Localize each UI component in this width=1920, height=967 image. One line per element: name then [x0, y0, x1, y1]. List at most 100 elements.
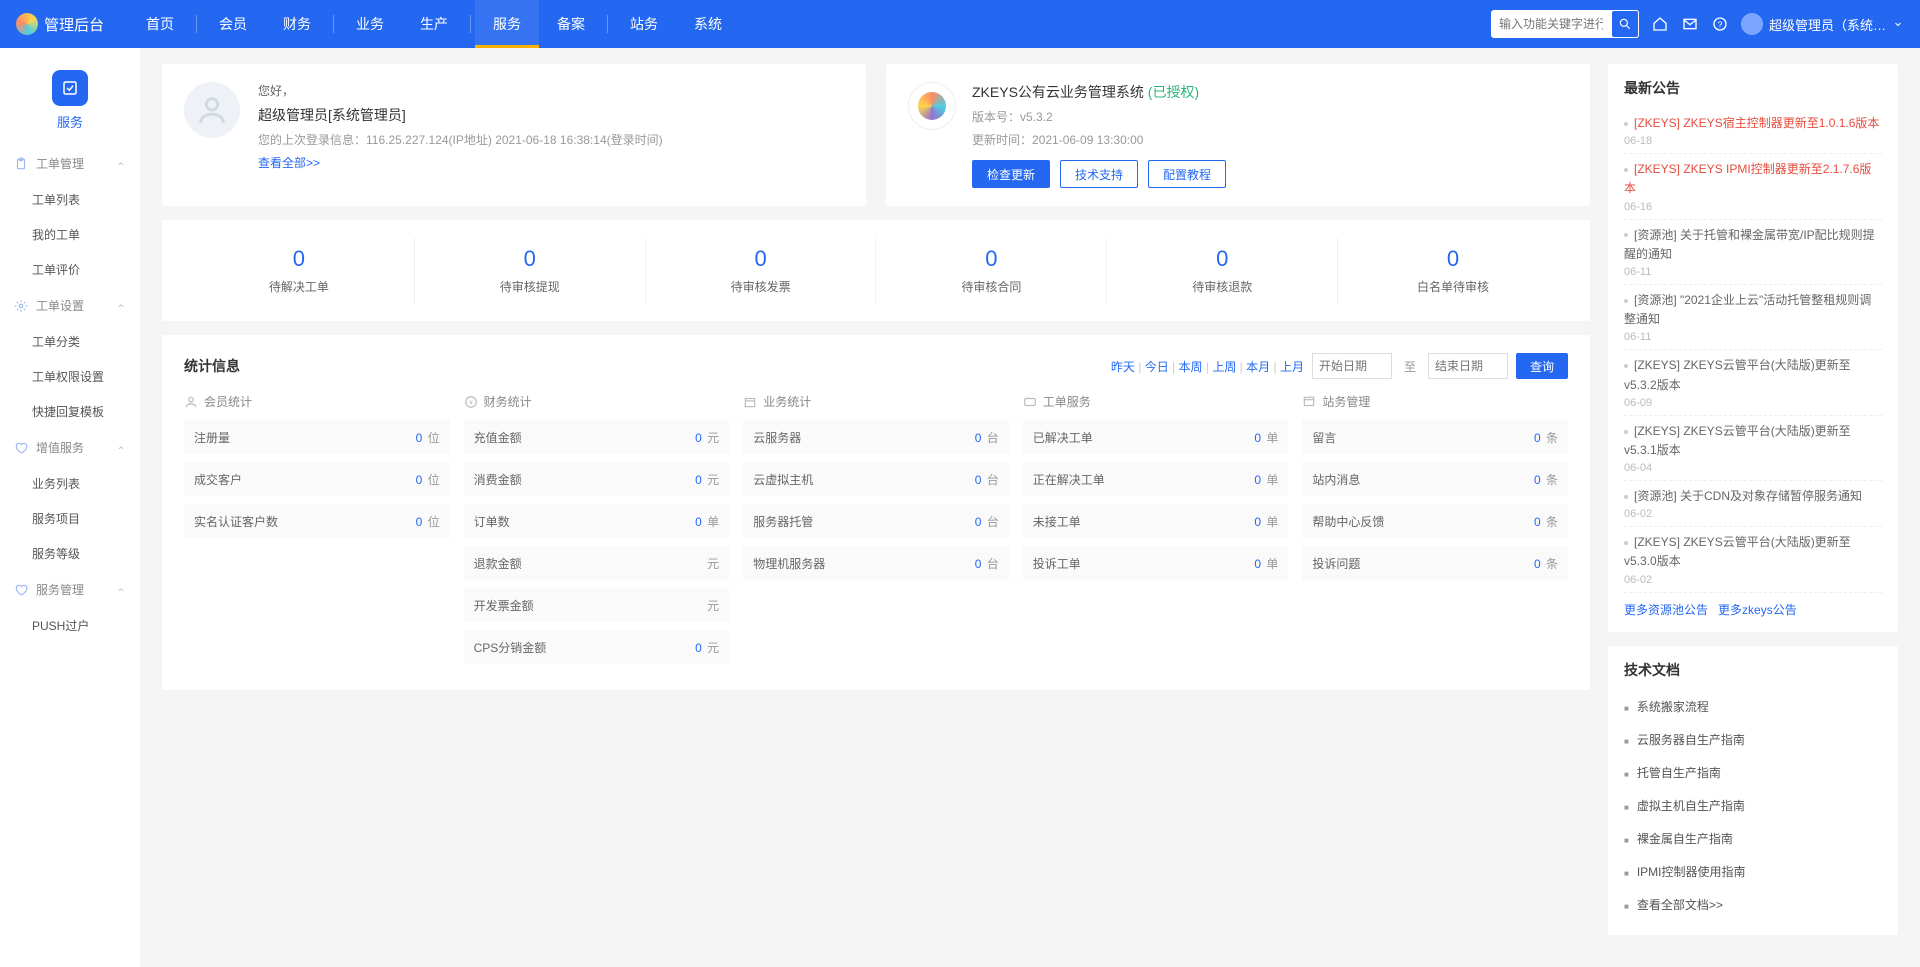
nav-item-5[interactable]: 服务	[475, 0, 539, 48]
stat-3[interactable]: 0待审核合同	[875, 238, 1106, 303]
range-5[interactable]: 上月	[1280, 360, 1304, 374]
avatar-icon	[184, 82, 240, 138]
stats-row: 投诉问题0 条	[1302, 546, 1568, 580]
chevron-up-icon	[116, 159, 126, 169]
notices-title: 最新公告	[1624, 78, 1882, 98]
stat-1[interactable]: 0待审核提现	[414, 238, 645, 303]
doc-link-5[interactable]: IPMI控制器使用指南	[1624, 855, 1882, 888]
stats-row: CPS分销金额0 元	[464, 630, 730, 664]
notice-item[interactable]: [资源池] "2021企业上云"活动托管整租规则调整通知06-11	[1624, 285, 1882, 350]
nav-item-8[interactable]: 系统	[676, 0, 740, 48]
stats-row: 帮助中心反馈0 条	[1302, 504, 1568, 538]
notice-item[interactable]: [ZKEYS] ZKEYS云管平台(大陆版)更新至v5.3.1版本06-04	[1624, 416, 1882, 481]
config-guide-button[interactable]: 配置教程	[1148, 160, 1226, 188]
doc-link-3[interactable]: 虚拟主机自生产指南	[1624, 789, 1882, 822]
sidebar-item-0-0[interactable]: 工单列表	[0, 182, 140, 217]
doc-link-0[interactable]: 系统搬家流程	[1624, 690, 1882, 723]
gear-icon	[14, 299, 28, 313]
stats-title: 统计信息	[184, 356, 240, 376]
range-3[interactable]: 上周	[1212, 360, 1236, 374]
start-date-input[interactable]	[1312, 353, 1392, 379]
product-title: ZKEYS公有云业务管理系统 (已授权)	[972, 82, 1226, 102]
stats-row: 订单数0 单	[464, 504, 730, 538]
stats-col-head-2: 业务统计	[743, 393, 1009, 410]
user-menu[interactable]: 超级管理员（系统…	[1741, 13, 1904, 35]
nav-item-6[interactable]: 备案	[539, 0, 603, 48]
check-update-button[interactable]: 检查更新	[972, 160, 1050, 188]
search-input[interactable]	[1491, 17, 1611, 31]
sidebar-item-1-2[interactable]: 快捷回复模板	[0, 394, 140, 429]
range-4[interactable]: 本月	[1246, 360, 1270, 374]
range-2[interactable]: 本周	[1179, 360, 1203, 374]
chevron-up-icon	[116, 301, 126, 311]
nav-item-2[interactable]: 财务	[265, 0, 329, 48]
brand-text: 管理后台	[44, 14, 104, 35]
sidebar-item-0-2[interactable]: 工单评价	[0, 252, 140, 287]
stats-row: 开发票金额 元	[464, 588, 730, 622]
view-all-link[interactable]: 查看全部>>	[258, 154, 663, 171]
avatar-icon	[1741, 13, 1763, 35]
global-search	[1491, 10, 1639, 38]
nav-item-0[interactable]: 首页	[128, 0, 192, 48]
sidebar-module: 服务	[0, 58, 140, 145]
stats-row: 充值金额0 元	[464, 420, 730, 454]
home-icon[interactable]	[1651, 15, 1669, 33]
heart-icon	[14, 441, 28, 455]
mail-icon[interactable]	[1681, 15, 1699, 33]
notice-item[interactable]: [ZKEYS] ZKEYS宿主控制器更新至1.0.1.6版本06-18	[1624, 108, 1882, 154]
doc-link-4[interactable]: 裸金属自生产指南	[1624, 822, 1882, 855]
nav-item-7[interactable]: 站务	[612, 0, 676, 48]
search-button[interactable]	[1611, 10, 1639, 38]
chevron-down-icon	[1892, 18, 1904, 30]
sidebar-item-2-1[interactable]: 服务项目	[0, 501, 140, 536]
date-to-label: 至	[1404, 358, 1416, 375]
doc-link-2[interactable]: 托管自生产指南	[1624, 756, 1882, 789]
product-version: 版本号：v5.3.2	[972, 108, 1226, 125]
date-filter: 昨天 | 今日 | 本周 | 上周 | 本月 | 上月 至 查询	[1111, 353, 1568, 379]
query-button[interactable]: 查询	[1516, 353, 1568, 379]
stat-4[interactable]: 0待审核退款	[1106, 238, 1337, 303]
sidebar-item-1-1[interactable]: 工单权限设置	[0, 359, 140, 394]
more-pool-link[interactable]: 更多资源池公告	[1624, 603, 1708, 617]
tech-support-button[interactable]: 技术支持	[1060, 160, 1138, 188]
sidebar-group-0[interactable]: 工单管理	[0, 145, 140, 182]
range-1[interactable]: 今日	[1145, 360, 1169, 374]
notices-card: 最新公告 [ZKEYS] ZKEYS宿主控制器更新至1.0.1.6版本06-18…	[1608, 64, 1898, 632]
product-updated: 更新时间：2021-06-09 13:30:00	[972, 131, 1226, 148]
docs-title: 技术文档	[1624, 660, 1882, 680]
notice-item[interactable]: [ZKEYS] ZKEYS云管平台(大陆版)更新至v5.3.0版本06-02	[1624, 527, 1882, 592]
sidebar-item-2-2[interactable]: 服务等级	[0, 536, 140, 571]
sidebar-item-0-1[interactable]: 我的工单	[0, 217, 140, 252]
stat-2[interactable]: 0待审核发票	[645, 238, 876, 303]
heart-icon	[14, 583, 28, 597]
sidebar-group-3[interactable]: 服务管理	[0, 571, 140, 608]
stats-row: 成交客户0 位	[184, 462, 450, 496]
nav-item-4[interactable]: 生产	[402, 0, 466, 48]
more-zkeys-link[interactable]: 更多zkeys公告	[1718, 603, 1797, 617]
sidebar-item-1-0[interactable]: 工单分类	[0, 324, 140, 359]
brand[interactable]: 管理后台	[16, 13, 104, 35]
stat-0[interactable]: 0待解决工单	[184, 238, 414, 303]
topbar: 管理后台 首页会员财务业务生产服务备案站务系统 超级管理员（系统…	[0, 0, 1920, 48]
help-icon[interactable]	[1711, 15, 1729, 33]
end-date-input[interactable]	[1428, 353, 1508, 379]
sidebar-group-1[interactable]: 工单设置	[0, 287, 140, 324]
sidebar-item-2-0[interactable]: 业务列表	[0, 466, 140, 501]
stat-5[interactable]: 0白名单待审核	[1337, 238, 1568, 303]
stats-col-0: 会员统计注册量0 位成交客户0 位实名认证客户数0 位	[184, 393, 450, 672]
notice-item[interactable]: [资源池] 关于托管和裸金属带宽/IP配比规则提醒的通知06-11	[1624, 220, 1882, 285]
notice-item[interactable]: [ZKEYS] ZKEYS IPMI控制器更新至2.1.7.6版本06-16	[1624, 154, 1882, 219]
nav-item-3[interactable]: 业务	[338, 0, 402, 48]
content: 您好， 超级管理员[系统管理员] 您的上次登录信息：116.25.227.124…	[140, 48, 1920, 967]
chevron-up-icon	[116, 443, 126, 453]
doc-link-1[interactable]: 云服务器自生产指南	[1624, 723, 1882, 756]
stats-row: 留言0 条	[1302, 420, 1568, 454]
sidebar-group-2[interactable]: 增值服务	[0, 429, 140, 466]
range-0[interactable]: 昨天	[1111, 360, 1135, 374]
doc-link-6[interactable]: 查看全部文档>>	[1624, 888, 1882, 921]
notice-item[interactable]: [ZKEYS] ZKEYS云管平台(大陆版)更新至v5.3.2版本06-09	[1624, 350, 1882, 415]
sidebar-item-3-0[interactable]: PUSH过户	[0, 608, 140, 643]
nav-item-1[interactable]: 会员	[201, 0, 265, 48]
notice-item[interactable]: [资源池] 关于CDN及对象存储暂停服务通知06-02	[1624, 481, 1882, 527]
stats-col-head-1: 财务统计	[464, 393, 730, 410]
